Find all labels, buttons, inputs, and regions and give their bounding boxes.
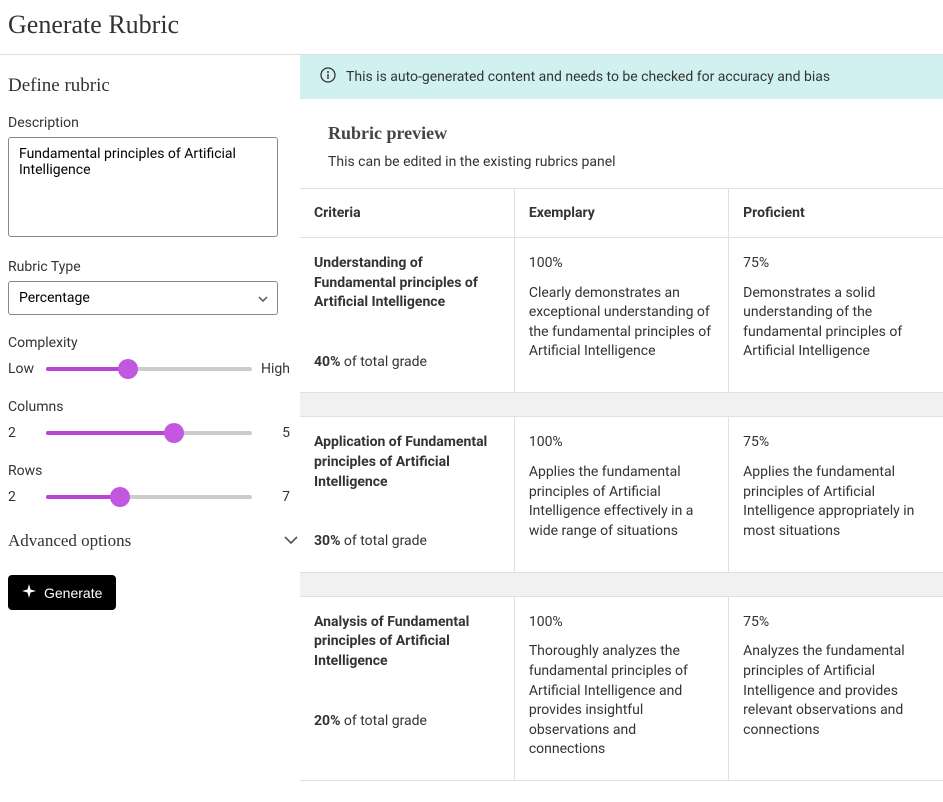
description-label: Description — [8, 115, 290, 131]
rows-min: 2 — [8, 489, 38, 505]
proficient-pct: 75% — [743, 433, 929, 453]
proficient-pct: 75% — [743, 613, 929, 633]
rows-label: Rows — [8, 463, 290, 479]
columns-min: 2 — [8, 425, 38, 441]
rubric-type-select[interactable]: Percentage — [8, 281, 278, 315]
row-spacer — [300, 572, 943, 596]
columns-max: 5 — [260, 425, 290, 441]
proficient-desc: Applies the fundamental principles of Ar… — [743, 464, 914, 539]
chevron-down-icon — [284, 533, 298, 549]
rows-slider[interactable] — [46, 485, 252, 509]
criteria-cell: Understanding of Fundamental principles … — [300, 238, 514, 393]
columns-label: Columns — [8, 399, 290, 415]
complexity-min: Low — [8, 361, 38, 377]
rubric-type-label: Rubric Type — [8, 259, 290, 275]
info-banner: This is auto-generated content and needs… — [300, 55, 943, 99]
info-icon — [320, 67, 336, 87]
proficient-pct: 75% — [743, 254, 929, 274]
exemplary-cell: 100% Thoroughly analyzes the fundamental … — [514, 596, 728, 780]
exemplary-desc: Clearly demonstrates an exceptional unde… — [529, 285, 711, 360]
proficient-cell: 75% Analyzes the fundamental principles o… — [729, 596, 943, 780]
criteria-weight: 30% of total grade — [314, 533, 427, 549]
exemplary-cell: 100% Applies the fundamental principles o… — [514, 417, 728, 572]
preview-subtitle: This can be edited in the existing rubri… — [328, 154, 915, 170]
sidebar: Define rubric Description Rubric Type Pe… — [0, 55, 300, 781]
generate-button-label: Generate — [44, 585, 102, 601]
description-input[interactable] — [8, 137, 278, 237]
table-row: Analysis of Fundamental principles of Ar… — [300, 596, 943, 780]
exemplary-desc: Thoroughly analyzes the fundamental prin… — [529, 643, 688, 757]
criteria-weight: 40% of total grade — [314, 354, 427, 370]
proficient-desc: Demonstrates a solid understanding of th… — [743, 285, 902, 360]
exemplary-pct: 100% — [529, 433, 714, 453]
criteria-weight: 20% of total grade — [314, 713, 427, 729]
table-row: Understanding of Fundamental principles … — [300, 238, 943, 393]
criteria-cell: Application of Fundamental principles of… — [300, 417, 514, 572]
define-rubric-heading: Define rubric — [8, 75, 290, 97]
advanced-options-label: Advanced options — [8, 531, 131, 551]
criteria-name: Understanding of Fundamental principles … — [314, 254, 500, 313]
complexity-max: High — [260, 361, 290, 377]
columns-slider-thumb[interactable] — [164, 423, 184, 443]
table-row: Application of Fundamental principles of… — [300, 417, 943, 572]
rubric-table: Criteria Exemplary Proficient Understand… — [300, 188, 943, 781]
criteria-name: Application of Fundamental principles of… — [314, 433, 500, 492]
exemplary-pct: 100% — [529, 613, 714, 633]
col-header-criteria: Criteria — [300, 189, 514, 238]
complexity-label: Complexity — [8, 335, 290, 351]
advanced-options-toggle[interactable]: Advanced options — [8, 527, 298, 555]
proficient-desc: Analyzes the fundamental principles of A… — [743, 643, 905, 737]
columns-slider[interactable] — [46, 421, 252, 445]
exemplary-cell: 100% Clearly demonstrates an exceptional … — [514, 238, 728, 393]
criteria-cell: Analysis of Fundamental principles of Ar… — [300, 596, 514, 780]
complexity-slider-thumb[interactable] — [118, 359, 138, 379]
rows-max: 7 — [260, 489, 290, 505]
generate-button[interactable]: Generate — [8, 575, 116, 610]
proficient-cell: 75% Applies the fundamental principles of… — [729, 417, 943, 572]
sparkle-icon — [22, 584, 36, 601]
complexity-slider[interactable] — [46, 357, 252, 381]
col-header-proficient: Proficient — [729, 189, 943, 238]
row-spacer — [300, 393, 943, 417]
info-banner-text: This is auto-generated content and needs… — [346, 69, 830, 85]
rows-slider-thumb[interactable] — [110, 487, 130, 507]
exemplary-pct: 100% — [529, 254, 714, 274]
criteria-name: Analysis of Fundamental principles of Ar… — [314, 613, 500, 672]
exemplary-desc: Applies the fundamental principles of Ar… — [529, 464, 694, 539]
page-title: Generate Rubric — [0, 0, 943, 55]
preview-title: Rubric preview — [328, 123, 915, 144]
proficient-cell: 75% Demonstrates a solid understanding of… — [729, 238, 943, 393]
main-panel: This is auto-generated content and needs… — [300, 55, 943, 781]
col-header-exemplary: Exemplary — [514, 189, 728, 238]
